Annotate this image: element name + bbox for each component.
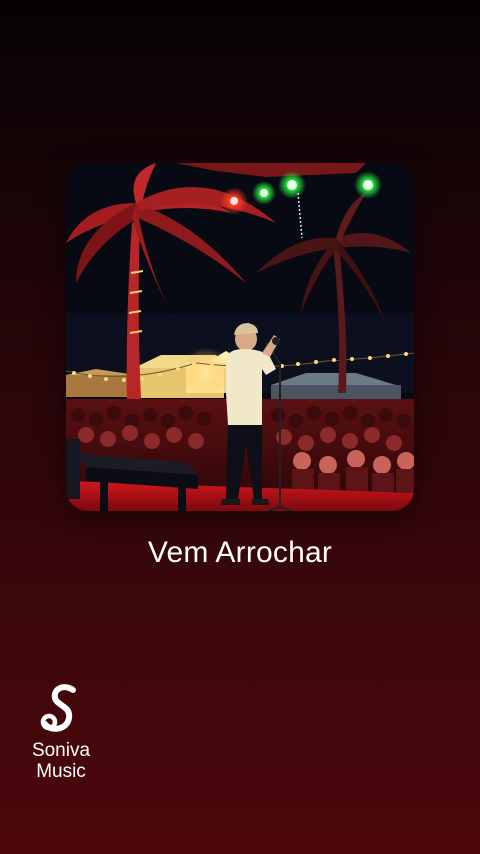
brand-name-line1: Soniva bbox=[31, 740, 91, 761]
song-title: Vem Arrochar bbox=[147, 536, 333, 569]
soniva-s-logo-icon bbox=[40, 684, 76, 732]
album-cover bbox=[66, 163, 414, 511]
album-cover-art bbox=[66, 163, 414, 511]
soniva-brand: Soniva Music bbox=[22, 684, 100, 782]
brand-name-line2: Music bbox=[36, 761, 86, 782]
